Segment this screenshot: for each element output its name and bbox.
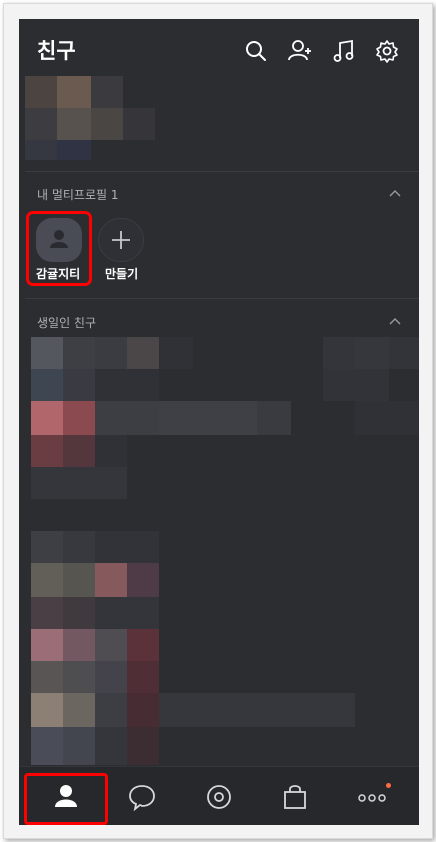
screenshot-frame: 친구 내 멀티프로필 1 감귤지티 만들기 생일인 친구 xyxy=(3,3,433,839)
add-friend-icon[interactable] xyxy=(287,38,313,64)
section-divider xyxy=(25,171,419,172)
create-profile-label: 만들기 xyxy=(105,267,139,281)
eye-icon xyxy=(207,785,231,809)
more-dots-icon xyxy=(358,794,386,802)
birthday-section-label: 생일인 친구 xyxy=(37,316,97,330)
page-title: 친구 xyxy=(37,39,76,63)
chevron-up-icon[interactable] xyxy=(389,189,401,197)
highlight-box-tab xyxy=(24,773,108,825)
notification-dot xyxy=(386,783,391,788)
settings-icon[interactable] xyxy=(374,38,400,64)
plus-icon xyxy=(112,231,130,249)
more-tab[interactable] xyxy=(342,767,402,825)
create-profile-button[interactable] xyxy=(98,218,144,262)
view-tab[interactable] xyxy=(189,767,249,825)
section-divider xyxy=(25,298,419,299)
shopping-bag-icon xyxy=(284,785,306,809)
chat-tab[interactable] xyxy=(112,767,172,825)
music-icon[interactable] xyxy=(331,38,357,64)
chat-bubble-icon xyxy=(129,785,155,812)
header: 친구 xyxy=(19,19,419,79)
app-screen: 친구 내 멀티프로필 1 감귤지티 만들기 생일인 친구 xyxy=(19,19,419,825)
multi-profile-section-label: 내 멀티프로필 1 xyxy=(37,188,119,202)
shopping-tab[interactable] xyxy=(265,767,325,825)
multi-profile-name: 감귤지티 xyxy=(36,267,81,281)
chevron-up-icon[interactable] xyxy=(389,317,401,325)
search-icon[interactable] xyxy=(243,38,269,64)
